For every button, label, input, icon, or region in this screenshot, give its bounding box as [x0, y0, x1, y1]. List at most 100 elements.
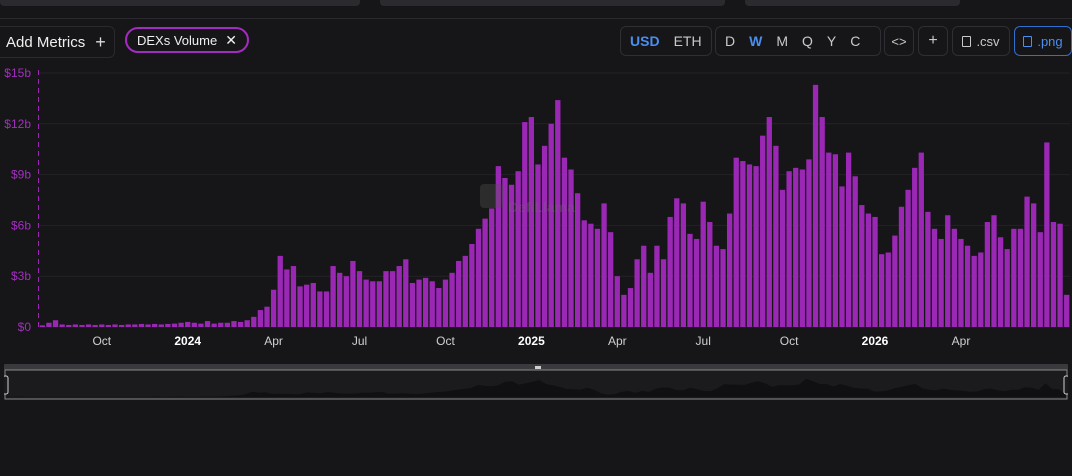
bar[interactable]: [489, 208, 495, 327]
bar[interactable]: [105, 324, 112, 327]
bar[interactable]: [541, 145, 548, 327]
bar[interactable]: [614, 276, 620, 327]
currency-option-usd[interactable]: USD: [623, 33, 667, 49]
bar[interactable]: [905, 189, 911, 327]
bar[interactable]: [859, 205, 865, 327]
range-brush[interactable]: [2, 364, 1070, 400]
add-chart-button[interactable]: +: [918, 26, 948, 56]
bar[interactable]: [171, 323, 178, 327]
period-option-quarter[interactable]: Q: [795, 33, 820, 49]
bar[interactable]: [99, 324, 105, 327]
bar[interactable]: [918, 152, 924, 327]
bar[interactable]: [806, 159, 812, 327]
bar[interactable]: [92, 324, 98, 327]
period-option-cumulative[interactable]: C: [843, 33, 867, 49]
bar[interactable]: [211, 323, 217, 327]
bar[interactable]: [674, 198, 680, 327]
download-csv-button[interactable]: .csv: [952, 26, 1010, 56]
bar[interactable]: [581, 220, 587, 327]
bar[interactable]: [118, 324, 125, 327]
bar[interactable]: [647, 272, 653, 327]
bar[interactable]: [608, 232, 614, 327]
bar[interactable]: [422, 277, 429, 327]
bar[interactable]: [997, 237, 1004, 327]
bar[interactable]: [264, 306, 270, 327]
bar[interactable]: [700, 201, 706, 327]
bar[interactable]: [872, 216, 878, 327]
bar[interactable]: [429, 281, 435, 327]
brush-grip-icon[interactable]: [535, 366, 541, 369]
bar[interactable]: [1004, 249, 1010, 327]
bar[interactable]: [396, 266, 402, 327]
bar[interactable]: [793, 167, 799, 327]
bar[interactable]: [370, 281, 376, 327]
bar[interactable]: [892, 235, 898, 327]
bar[interactable]: [852, 176, 858, 327]
bar[interactable]: [224, 322, 230, 327]
bar[interactable]: [191, 322, 197, 327]
bar[interactable]: [343, 276, 349, 327]
bar[interactable]: [522, 122, 528, 327]
bar[interactable]: [475, 228, 482, 327]
bar[interactable]: [383, 271, 389, 327]
bar[interactable]: [158, 324, 164, 327]
bar[interactable]: [198, 323, 204, 327]
bar[interactable]: [231, 321, 237, 327]
bar[interactable]: [284, 269, 290, 327]
bar[interactable]: [1057, 223, 1063, 327]
bar[interactable]: [290, 266, 297, 327]
bar[interactable]: [984, 222, 991, 327]
bar[interactable]: [337, 272, 343, 327]
bar[interactable]: [376, 281, 383, 327]
bar[interactable]: [403, 259, 409, 327]
bar[interactable]: [442, 279, 449, 327]
bar[interactable]: [971, 255, 977, 327]
bar[interactable]: [330, 266, 336, 327]
bar[interactable]: [46, 322, 52, 327]
bar[interactable]: [654, 245, 660, 327]
bar[interactable]: [898, 206, 905, 327]
bar[interactable]: [416, 279, 422, 327]
bar[interactable]: [535, 164, 541, 327]
bar[interactable]: [693, 238, 700, 327]
bar[interactable]: [958, 238, 964, 327]
bar[interactable]: [72, 324, 78, 327]
bar[interactable]: [132, 324, 138, 327]
bar[interactable]: [733, 157, 739, 327]
bar[interactable]: [594, 228, 601, 327]
bar[interactable]: [660, 259, 667, 327]
bar[interactable]: [720, 249, 726, 327]
bar[interactable]: [799, 169, 805, 327]
bar[interactable]: [991, 215, 997, 327]
bar[interactable]: [317, 291, 323, 327]
bar[interactable]: [1031, 203, 1037, 327]
bar[interactable]: [819, 117, 825, 327]
period-option-year[interactable]: Y: [820, 33, 843, 49]
bar[interactable]: [839, 186, 845, 327]
bar[interactable]: [964, 245, 971, 327]
bar[interactable]: [1037, 232, 1043, 327]
bar[interactable]: [482, 218, 488, 327]
period-option-week[interactable]: W: [742, 33, 769, 49]
bar[interactable]: [687, 233, 693, 327]
bar[interactable]: [1017, 228, 1024, 327]
currency-option-eth[interactable]: ETH: [667, 33, 709, 49]
bar[interactable]: [277, 255, 283, 327]
bar[interactable]: [845, 152, 852, 327]
bar[interactable]: [773, 145, 779, 327]
bar[interactable]: [456, 260, 462, 327]
download-png-button[interactable]: .png: [1014, 26, 1072, 56]
bar[interactable]: [145, 324, 151, 327]
bar[interactable]: [304, 284, 310, 327]
brush-left-handle[interactable]: [2, 375, 9, 395]
metric-pill-dexs-volume[interactable]: DEXs Volume ✕: [125, 27, 249, 53]
period-option-day[interactable]: D: [718, 33, 742, 49]
bar[interactable]: [938, 238, 944, 327]
bar[interactable]: [251, 316, 257, 327]
bar[interactable]: [879, 254, 885, 327]
bar[interactable]: [469, 244, 475, 327]
bar[interactable]: [865, 213, 872, 327]
bar[interactable]: [85, 324, 92, 327]
bar[interactable]: [561, 157, 568, 327]
period-option-month[interactable]: M: [769, 33, 795, 49]
